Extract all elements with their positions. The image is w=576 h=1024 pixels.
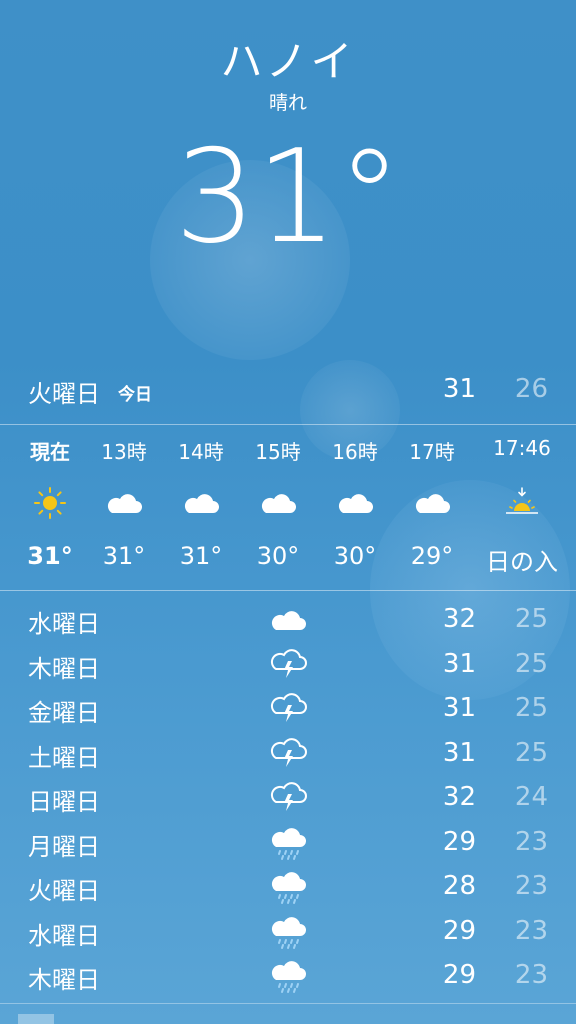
day-high: 28	[442, 871, 476, 901]
hour-temp: 31°	[102, 542, 146, 570]
rain-icon	[268, 867, 308, 905]
sun-icon	[30, 486, 70, 520]
thunderstorm-icon	[268, 734, 308, 772]
weather-screen: { "header": { "city": "ハノイ", "condition"…	[0, 0, 576, 1024]
today-low: 26	[514, 374, 548, 404]
hour-label: 15時	[255, 440, 301, 464]
toolbar-divider	[0, 1003, 576, 1004]
day-name: 木曜日	[28, 966, 100, 994]
day-low: 24	[514, 782, 548, 812]
day-name: 火曜日	[28, 877, 100, 905]
day-low: 25	[514, 604, 548, 634]
day-low: 25	[514, 693, 548, 723]
day-low: 25	[514, 649, 548, 679]
day-name: 月曜日	[28, 833, 100, 861]
cloud-icon	[258, 486, 298, 520]
toolbar-button[interactable]	[18, 1014, 54, 1024]
today-summary-row: 火曜日 今日 31 26	[0, 370, 576, 410]
hour-label: 14時	[178, 440, 224, 464]
day-high: 29	[442, 827, 476, 857]
day-high: 29	[442, 916, 476, 946]
hour-temp: 日の入	[486, 548, 558, 576]
rain-icon	[268, 912, 308, 950]
thunderstorm-icon	[268, 645, 308, 683]
hour-label: 17時	[409, 440, 455, 464]
day-low: 23	[514, 871, 548, 901]
sunset-icon	[502, 486, 542, 520]
day-high: 32	[442, 604, 476, 634]
daily-row: 水曜日 32 25	[0, 596, 576, 640]
city-name: ハノイ	[220, 37, 356, 86]
daily-row: 金曜日 31 25	[0, 685, 576, 729]
daily-row: 木曜日 29 23	[0, 952, 576, 996]
day-low: 25	[514, 738, 548, 768]
thunderstorm-icon	[268, 689, 308, 727]
hour-label: 13時	[101, 440, 147, 464]
hour-temp: 31°	[179, 542, 223, 570]
day-high: 31	[442, 649, 476, 679]
daily-row: 土曜日 31 25	[0, 730, 576, 774]
day-low: 23	[514, 960, 548, 990]
day-high: 31	[442, 738, 476, 768]
today-high: 31	[442, 374, 476, 404]
day-low: 23	[514, 827, 548, 857]
day-low: 23	[514, 916, 548, 946]
day-name: 金曜日	[28, 699, 100, 727]
day-name: 土曜日	[28, 744, 100, 772]
daily-row: 水曜日 29 23	[0, 908, 576, 952]
cloud-icon	[104, 486, 144, 520]
hour-temp: 30°	[333, 542, 377, 570]
daily-row: 日曜日 32 24	[0, 774, 576, 818]
day-high: 29	[442, 960, 476, 990]
daily-row: 木曜日 31 25	[0, 641, 576, 685]
day-high: 32	[442, 782, 476, 812]
hour-label: 16時	[332, 440, 378, 464]
daily-row: 火曜日 28 23	[0, 863, 576, 907]
cloud-icon	[412, 486, 452, 520]
today-day: 火曜日	[28, 380, 100, 408]
hour-temp: 29°	[410, 542, 454, 570]
current-condition: 晴れ	[268, 92, 307, 114]
today-label: 今日	[118, 385, 152, 405]
daily-row: 月曜日 29 23	[0, 819, 576, 863]
hour-label: 17:46	[493, 436, 551, 460]
day-name: 水曜日	[28, 922, 100, 950]
day-name: 日曜日	[28, 788, 100, 816]
cloud-icon	[268, 600, 308, 638]
rain-icon	[268, 823, 308, 861]
cloud-icon	[335, 486, 375, 520]
hourly-forecast-strip[interactable]: 現在 31° 13時 31° 14時 31° 15時 30° 16時 30° 1…	[0, 424, 576, 590]
day-high: 31	[442, 693, 476, 723]
current-temperature: 31°	[174, 123, 402, 272]
day-name: 木曜日	[28, 655, 100, 683]
thunderstorm-icon	[268, 778, 308, 816]
cloud-icon	[181, 486, 221, 520]
day-name: 水曜日	[28, 610, 100, 638]
hour-temp: 30°	[256, 542, 300, 570]
rain-icon	[268, 956, 308, 994]
divider	[0, 590, 576, 591]
